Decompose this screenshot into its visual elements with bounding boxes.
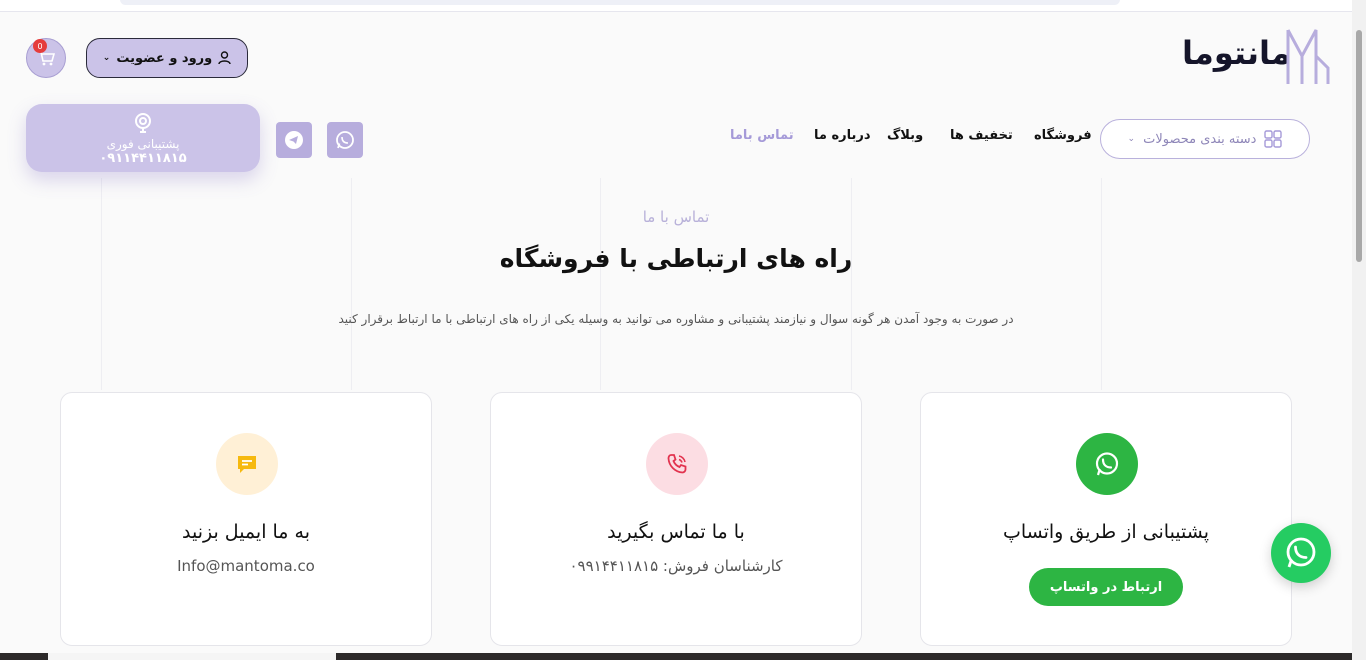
login-register-button[interactable]: ورود و عضویت ⌄ <box>86 38 248 78</box>
address-bar[interactable] <box>120 0 1120 5</box>
phone-icon-circle <box>646 433 708 495</box>
categories-label: دسته بندی محصولات <box>1143 131 1257 147</box>
whatsapp-contact-button[interactable]: ارتباط در واتساپ <box>1029 568 1183 606</box>
chevron-down-icon: ⌄ <box>102 53 111 63</box>
phone-icon <box>667 454 687 474</box>
nav-shop[interactable]: فروشگاه <box>1034 128 1092 143</box>
email-card: به ما ایمیل بزنید Info@mantoma.co <box>60 392 432 646</box>
whatsapp-icon <box>1286 537 1316 568</box>
taskbar-strip <box>0 653 1352 660</box>
product-categories-button[interactable]: دسته بندی محصولات ⌄ <box>1100 119 1310 159</box>
cart-button[interactable]: 0 <box>26 38 66 78</box>
scrollbar-thumb[interactable] <box>1356 30 1362 262</box>
browser-top-strip <box>0 0 1352 12</box>
support-phone: ۰۹۱۱۴۴۱۱۸۱۵ <box>99 150 187 166</box>
floating-whatsapp-button[interactable] <box>1271 523 1331 583</box>
page-title: راه های ارتباطی با فروشگاه <box>499 244 853 273</box>
logo-text: مانتوما <box>1182 34 1291 72</box>
logo-mark-icon <box>1286 29 1330 84</box>
telegram-button[interactable] <box>276 122 312 158</box>
site-logo[interactable]: مانتوما <box>1176 26 1332 92</box>
nav-discounts[interactable]: تخفیف ها <box>950 128 1013 143</box>
whatsapp-icon <box>1095 452 1119 476</box>
nav-contact[interactable]: تماس باما <box>730 128 794 143</box>
nav-blog[interactable]: وبلاگ <box>887 128 923 143</box>
login-label: ورود و عضویت <box>116 50 213 66</box>
grid-icon <box>1264 130 1283 148</box>
nav-about[interactable]: درباره ما <box>814 128 871 143</box>
chevron-down-icon: ⌄ <box>1127 134 1136 144</box>
phone-card: با ما تماس بگیرید کارشناسان فروش: ۰۹۹۱۴۴… <box>490 392 862 646</box>
user-icon <box>218 51 231 65</box>
whatsapp-card: پشتیبانی از طریق واتساپ ارتباط در واتساپ <box>920 392 1292 646</box>
email-card-title: به ما ایمیل بزنید <box>182 521 310 543</box>
sales-phone[interactable]: کارشناسان فروش: ۰۹۹۱۴۴۱۱۸۱۵ <box>491 557 861 575</box>
section-description: در صورت به وجود آمدن هر گونه سوال و نیاز… <box>338 312 1014 326</box>
cart-count-badge: 0 <box>33 39 47 53</box>
whatsapp-icon-circle <box>1076 433 1138 495</box>
telegram-icon <box>285 131 303 149</box>
whatsapp-card-title: پشتیبانی از طریق واتساپ <box>1002 521 1210 543</box>
headset-support-icon <box>135 112 151 133</box>
email-address[interactable]: Info@mantoma.co <box>61 557 431 575</box>
whatsapp-icon <box>336 131 354 149</box>
instant-support-box[interactable]: پشتیبانی فوری ۰۹۱۱۴۴۱۱۸۱۵ <box>26 104 260 172</box>
section-subtitle: تماس با ما <box>642 208 710 226</box>
email-icon-circle <box>216 433 278 495</box>
support-label: پشتیبانی فوری <box>106 136 180 151</box>
chat-message-icon <box>238 456 256 473</box>
page: مانتوما 0 ورود و عضویت ⌄ پشتیبانی فوری ۰… <box>0 0 1366 660</box>
taskbar-segment <box>48 653 336 660</box>
whatsapp-social-button[interactable] <box>327 122 363 158</box>
phone-card-title: با ما تماس بگیرید <box>607 521 745 543</box>
scrollbar[interactable] <box>1352 0 1366 660</box>
